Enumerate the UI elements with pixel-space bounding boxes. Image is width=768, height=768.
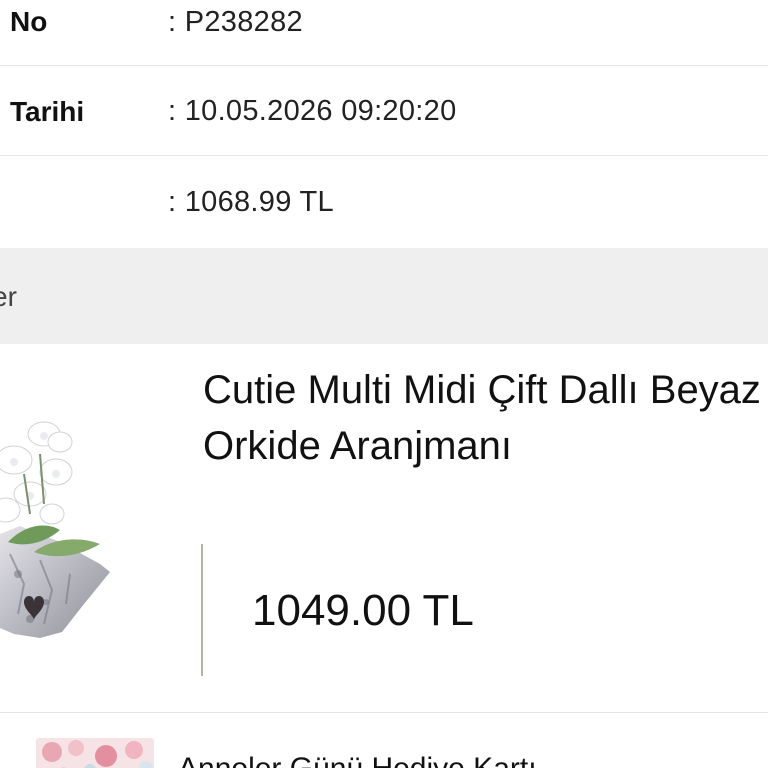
products-section-title: er bbox=[0, 281, 17, 312]
order-detail-page: No : P238282 Tarihi : 10.05.2026 09:20:2… bbox=[0, 0, 768, 768]
product-price: 1049.00 TL bbox=[252, 586, 474, 635]
order-date-label: Tarihi bbox=[10, 96, 85, 127]
product-name[interactable]: Cutie Multi Midi Çift Dallı Beyaz Orkide… bbox=[203, 362, 763, 474]
price-divider bbox=[201, 544, 203, 676]
product-item[interactable]: Anneler Günü Hediye Kartı bbox=[0, 713, 768, 768]
order-date-value: : 10.05.2026 09:20:20 bbox=[168, 95, 457, 127]
product-item[interactable]: Cutie Multi Midi Çift Dallı Beyaz Orkide… bbox=[0, 344, 768, 713]
floral-card-image[interactable] bbox=[36, 738, 154, 768]
order-date-row: Tarihi : 10.05.2026 09:20:20 bbox=[0, 66, 768, 156]
products-section-header: er bbox=[0, 248, 768, 344]
orchid-arrangement-image[interactable] bbox=[0, 414, 120, 644]
order-number-label: No bbox=[10, 6, 48, 37]
orchid-arrangement-icon bbox=[0, 421, 110, 638]
order-number-row: No : P238282 bbox=[0, 0, 768, 66]
order-total-value: : 1068.99 TL bbox=[168, 186, 334, 218]
floral-card-icon bbox=[36, 738, 154, 768]
product-name[interactable]: Anneler Günü Hediye Kartı bbox=[178, 752, 537, 768]
order-number-value: : P238282 bbox=[168, 6, 303, 38]
order-total-row: : 1068.99 TL bbox=[0, 156, 768, 248]
